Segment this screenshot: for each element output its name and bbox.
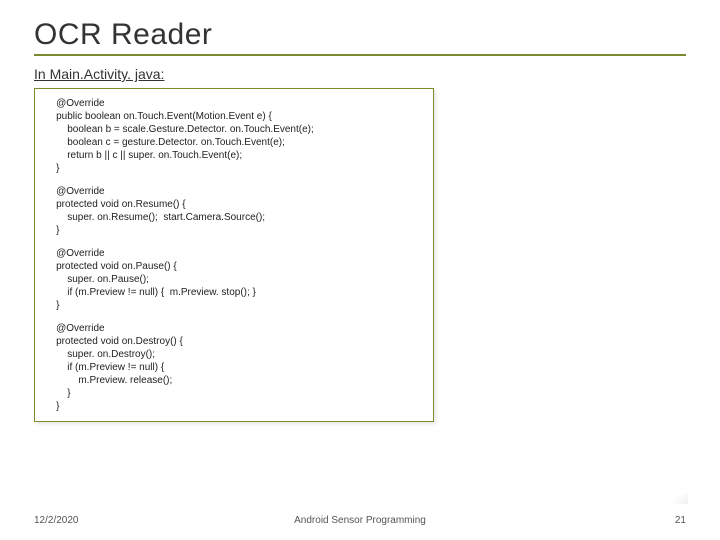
code-block: @Override protected void on.Pause() { su… [45, 247, 423, 312]
corner-shadow [660, 494, 688, 504]
slide: OCR Reader In Main.Activity. java: @Over… [0, 0, 720, 540]
code-box: @Override public boolean on.Touch.Event(… [34, 88, 434, 422]
footer-date: 12/2/2020 [34, 515, 79, 526]
code-block: @Override protected void on.Resume() { s… [45, 185, 423, 237]
code-block: @Override public boolean on.Touch.Event(… [45, 97, 423, 175]
title-underline [34, 54, 686, 56]
footer-center: Android Sensor Programming [294, 515, 426, 526]
footer: 12/2/2020 Android Sensor Programming 21 [34, 515, 686, 526]
subtitle: In Main.Activity. java: [34, 66, 686, 82]
code-block: @Override protected void on.Destroy() { … [45, 322, 423, 413]
footer-page: 21 [675, 515, 686, 526]
slide-title: OCR Reader [34, 18, 686, 52]
